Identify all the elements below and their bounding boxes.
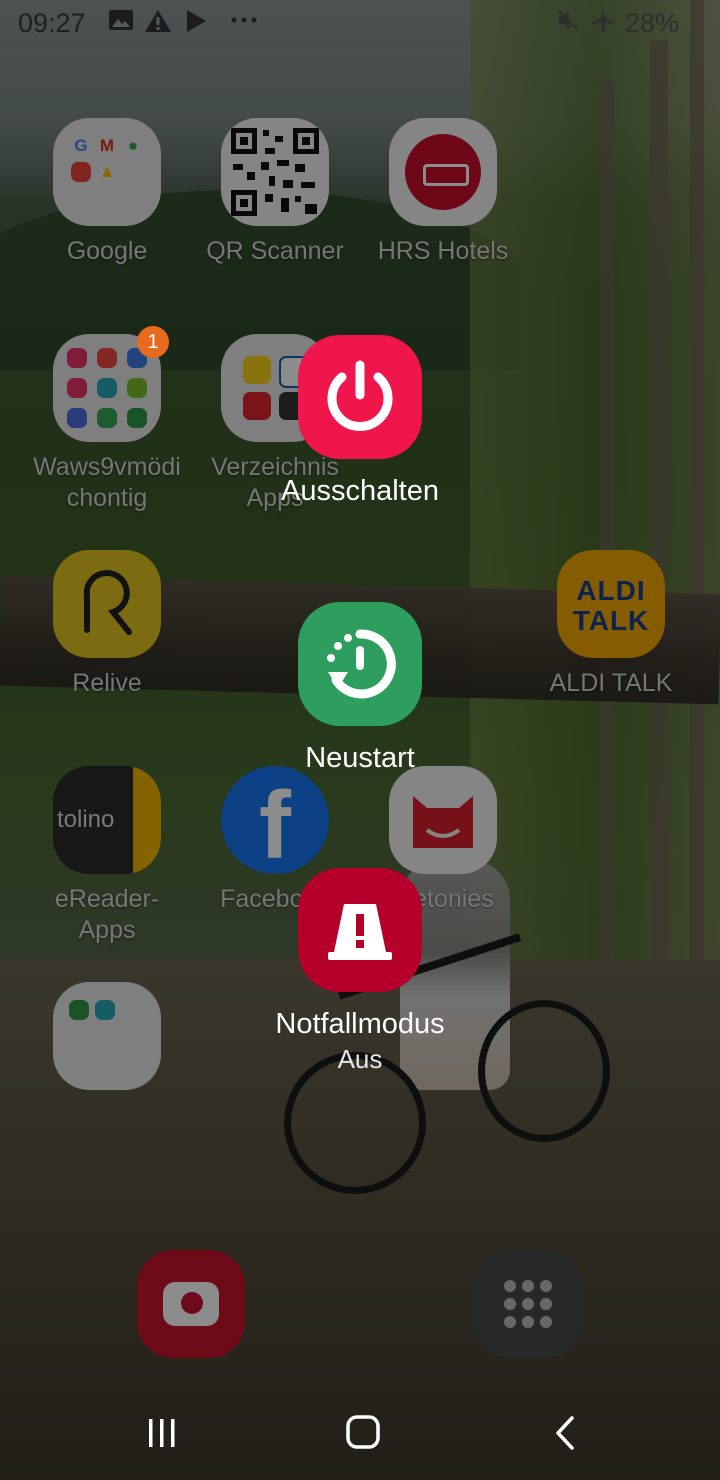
- emergency-mode-button[interactable]: [298, 868, 422, 992]
- recents-icon: [149, 1419, 175, 1447]
- navigation-bar: [0, 1390, 720, 1480]
- emergency-mode-option[interactable]: Notfallmodus Aus: [240, 868, 480, 1076]
- back-icon: [556, 1416, 574, 1450]
- power-off-label: Ausschalten: [281, 475, 439, 507]
- restart-option[interactable]: Neustart: [240, 602, 480, 776]
- recents-button[interactable]: [122, 1404, 202, 1464]
- emergency-mode-status: Aus: [337, 1044, 383, 1074]
- restart-icon: [327, 629, 396, 699]
- back-button[interactable]: [526, 1404, 606, 1464]
- home-icon: [346, 1415, 380, 1449]
- emergency-icon: [328, 904, 392, 960]
- power-off-button[interactable]: [298, 335, 422, 459]
- power-off-option[interactable]: Ausschalten: [240, 335, 480, 509]
- notification-badge: 1: [137, 326, 169, 358]
- home-button[interactable]: [322, 1404, 402, 1464]
- power-icon: [327, 360, 393, 431]
- phone-screen: G M ● ▲ Google QR Scanner HRS Hotels 1 W…: [0, 0, 720, 1480]
- restart-label: Neustart: [305, 742, 415, 774]
- emergency-mode-label: Notfallmodus: [275, 1008, 445, 1040]
- restart-button[interactable]: [298, 602, 422, 726]
